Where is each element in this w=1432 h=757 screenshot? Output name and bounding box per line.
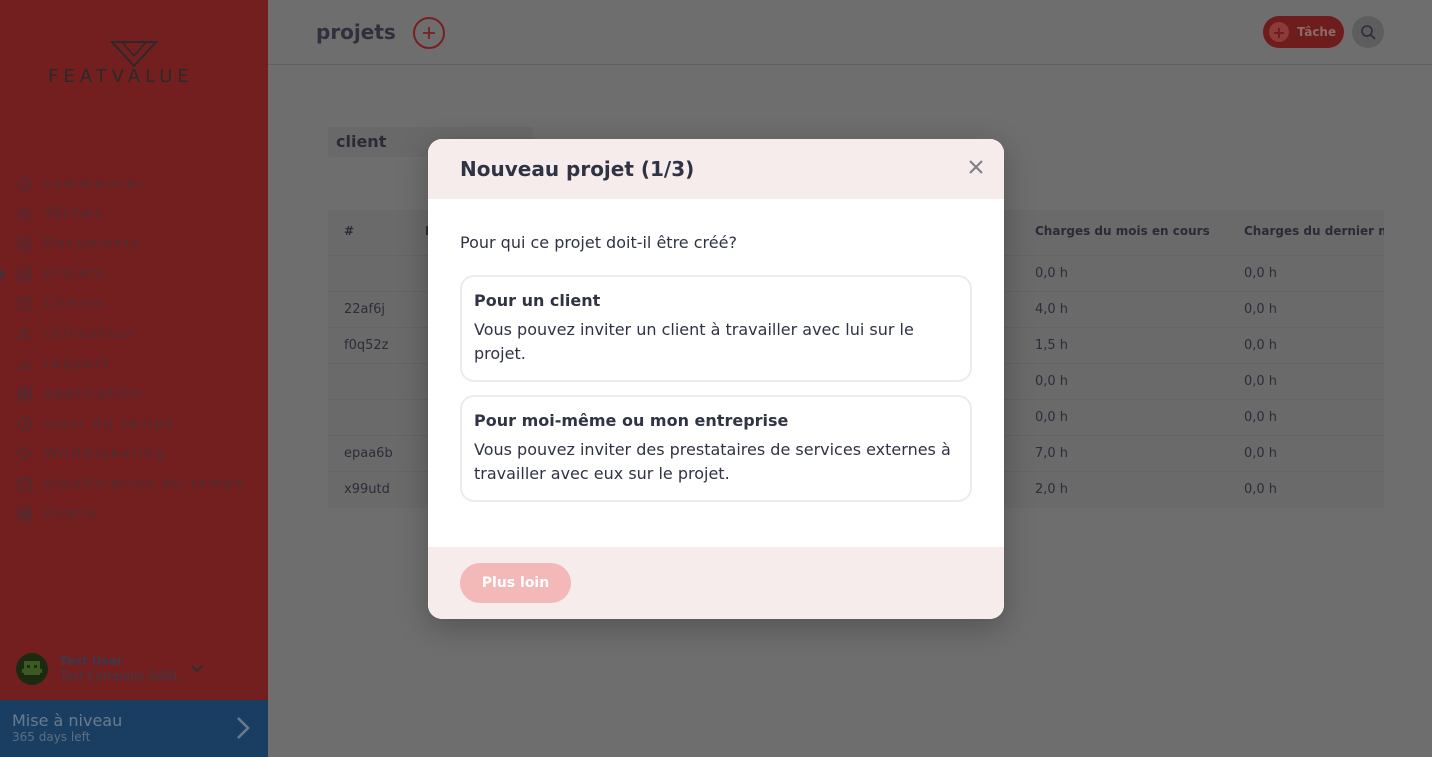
option-description: Vous pouvez inviter un client à travaill… — [474, 320, 914, 363]
new-project-modal: Nouveau projet (1/3) Pour qui ce projet … — [428, 139, 1004, 619]
close-icon — [969, 160, 983, 174]
option-for-client[interactable]: Pour un client Vous pouvez inviter un cl… — [460, 275, 972, 382]
modal-footer: Plus loin — [428, 547, 1004, 619]
modal-title: Nouveau projet (1/3) — [460, 157, 695, 181]
next-button[interactable]: Plus loin — [460, 563, 571, 603]
option-title: Pour un client — [474, 291, 601, 310]
option-description: Vous pouvez inviter des prestataires de … — [474, 440, 951, 483]
option-title: Pour moi-même ou mon entreprise — [474, 411, 789, 430]
close-button[interactable] — [966, 157, 986, 177]
modal-header: Nouveau projet (1/3) — [428, 139, 1004, 199]
modal-question: Pour qui ce projet doit-il être créé? — [460, 233, 737, 252]
option-for-myself[interactable]: Pour moi-même ou mon entreprise Vous pou… — [460, 395, 972, 502]
